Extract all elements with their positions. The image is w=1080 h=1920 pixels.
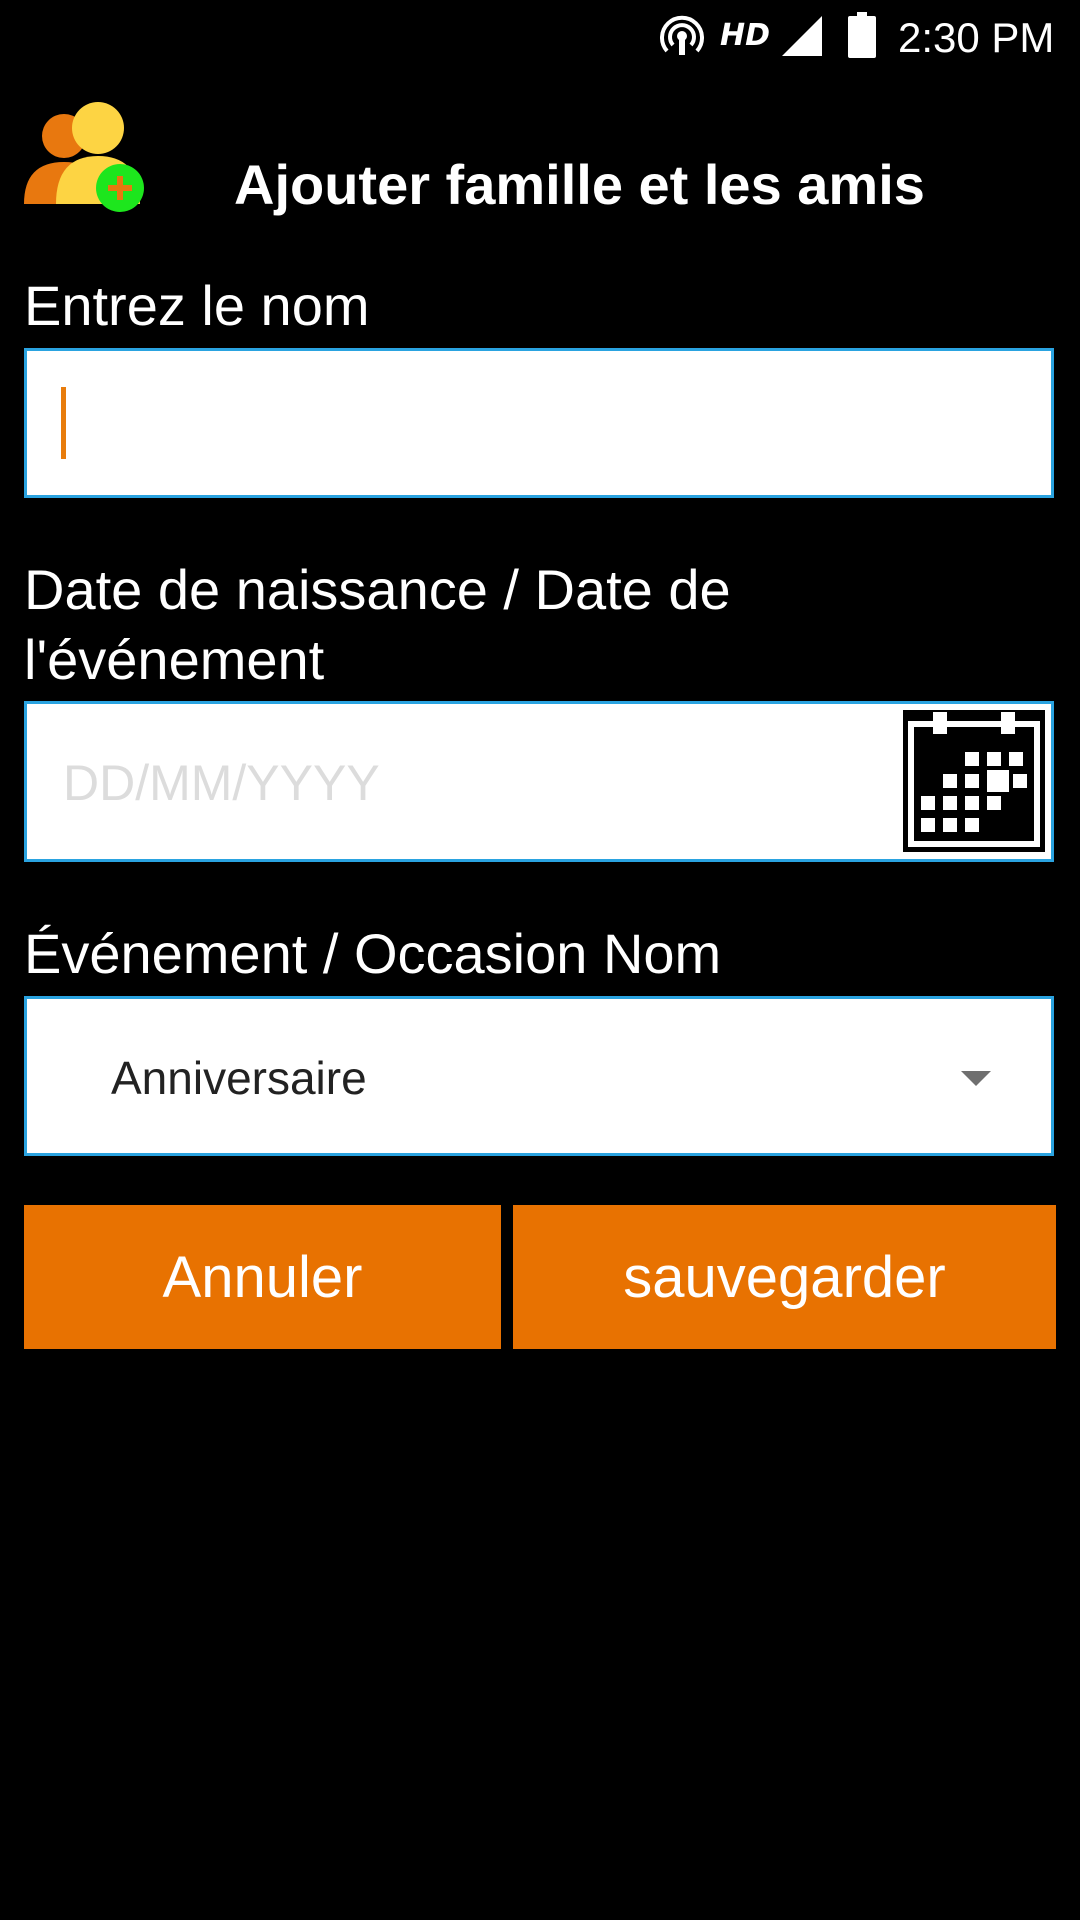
calendar-icon [908,712,1040,847]
dropdown-arrow-icon [961,1071,991,1086]
signal-icon [782,16,822,56]
name-input[interactable] [24,348,1054,498]
save-button[interactable]: sauvegarder [513,1205,1056,1349]
status-bar: HD 2:30 PM [0,0,1080,72]
add-contacts-icon [24,102,144,212]
text-caret [61,387,66,459]
battery-icon [848,12,876,58]
name-label: Entrez le nom [24,274,370,337]
hotspot-icon [660,15,704,55]
date-placeholder: DD/MM/YYYY [63,755,380,811]
page-title: Ajouter famille et les amis [234,153,925,216]
date-input[interactable]: DD/MM/YYYY [24,701,1054,862]
event-selected-value: Anniversaire [111,1052,367,1104]
cancel-button[interactable]: Annuler [24,1205,501,1349]
event-label: Événement / Occasion Nom [24,922,722,985]
calendar-button[interactable] [900,707,1048,855]
status-time: 2:30 PM [898,14,1055,61]
date-label: Date de naissance / Date de l'événement [24,558,731,691]
event-select[interactable]: Anniversaire [24,996,1054,1156]
hd-indicator: HD [720,18,771,53]
